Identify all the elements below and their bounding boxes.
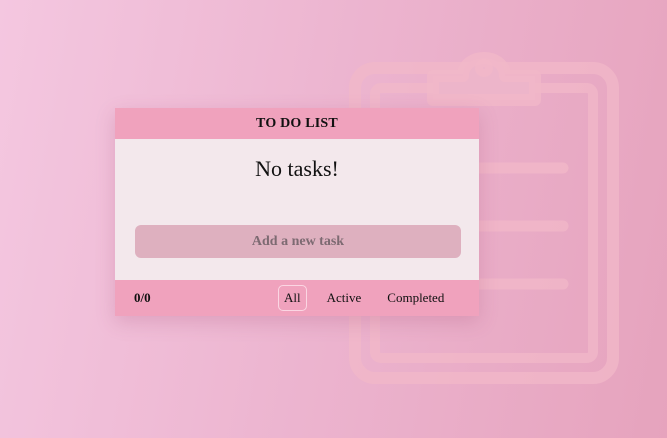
task-list: No tasks! Add a new task [115,139,479,280]
filter-all-button[interactable]: All [278,285,307,311]
app-title: TO DO LIST [256,115,338,131]
empty-tasks-message: No tasks! [255,156,339,181]
card-footer: 0/0 All Active Completed [115,280,479,316]
todo-card: TO DO LIST No tasks! Add a new task 0/0 … [115,108,479,316]
filter-group: All Active Completed [278,285,450,311]
filter-completed-button[interactable]: Completed [381,285,450,311]
filter-active-button[interactable]: Active [321,285,368,311]
add-task-button[interactable]: Add a new task [135,225,461,258]
task-counter: 0/0 [134,290,151,305]
card-header: TO DO LIST [115,108,479,139]
